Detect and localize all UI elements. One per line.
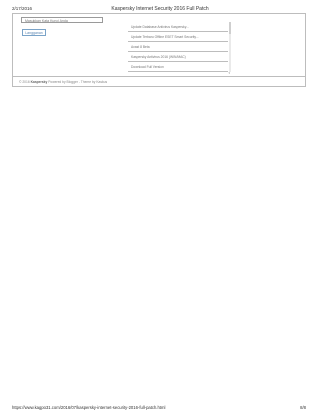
list-scrollbar[interactable]: ▾ <box>229 22 231 75</box>
recent-posts-list: Update Database Antivirus Kaspersky... U… <box>128 22 228 72</box>
print-url: https://www.kagpo31.com/2016/07/kaspersk… <box>12 405 166 410</box>
widget-panel: Masukkan Kata Kunci Anda Langganan Updat… <box>12 13 306 87</box>
browser-print-header: 2/17/2016 Kaspersky Internet Security 20… <box>0 0 320 14</box>
footer-credit: © 2016 Kaspersky Powered by Blogger - Th… <box>19 80 107 84</box>
footer-powered-by: Powered by Blogger - Theme by Kaskus <box>48 80 108 84</box>
search-input[interactable]: Masukkan Kata Kunci Anda <box>21 17 103 23</box>
list-item[interactable]: Update Database Antivirus Kaspersky... <box>128 22 228 32</box>
footer-divider <box>13 76 305 77</box>
page-title: Kaspersky Internet Security 2016 Full Pa… <box>111 6 209 12</box>
search-placeholder: Masukkan Kata Kunci Anda <box>25 19 68 23</box>
scrollbar-thumb[interactable] <box>229 22 231 34</box>
scroll-down-arrow-icon[interactable]: ▾ <box>229 72 231 75</box>
page-number: 8/8 <box>300 405 306 410</box>
list-item[interactable]: Download Full Version <box>128 62 228 72</box>
list-item[interactable]: Update Terbaru Offline ESET Smart Securi… <box>128 32 228 42</box>
footer-copyright: © 2016 <box>19 80 30 84</box>
subscribe-button[interactable]: Langganan <box>22 29 46 36</box>
list-item[interactable]: Avast 8 Beta <box>128 42 228 52</box>
footer-brand[interactable]: Kaspersky <box>31 80 48 84</box>
list-item[interactable]: Kaspersky Antivirus 2016 (WIN/MAC) <box>128 52 228 62</box>
